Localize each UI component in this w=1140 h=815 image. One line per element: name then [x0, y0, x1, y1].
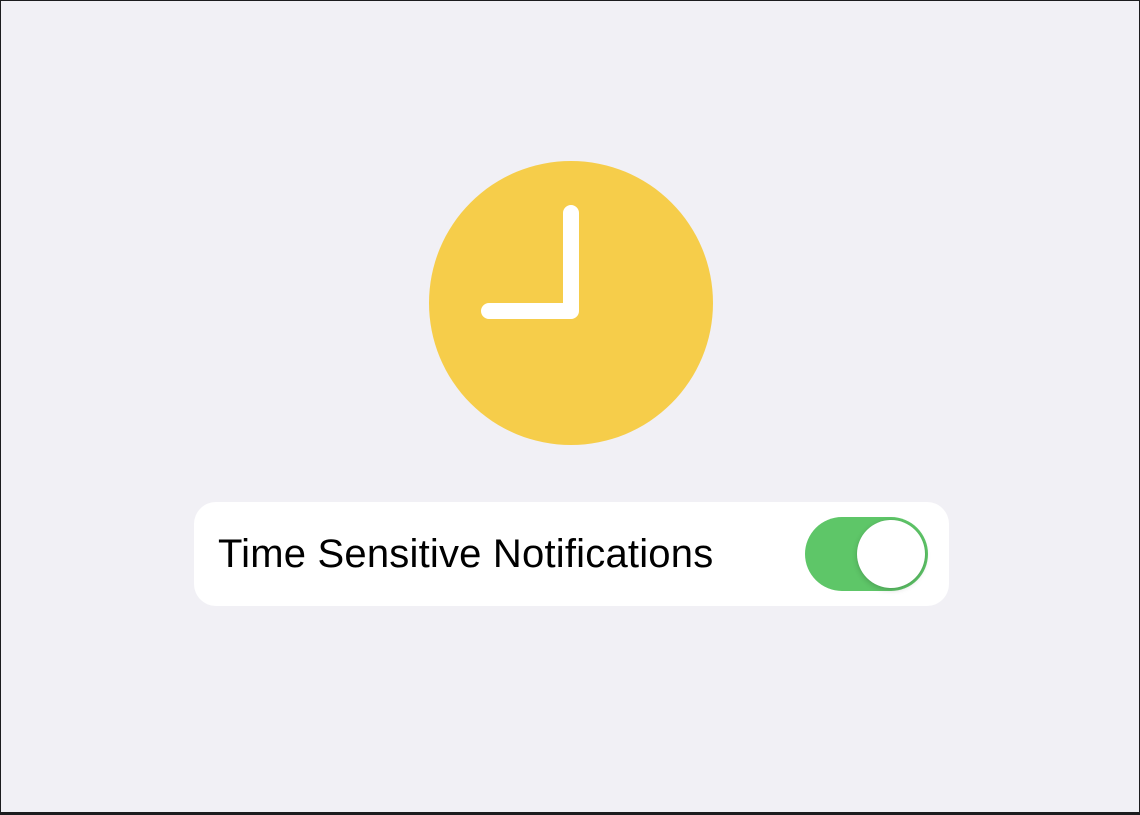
- setting-label: Time Sensitive Notifications: [218, 532, 714, 576]
- time-sensitive-toggle[interactable]: [805, 517, 928, 591]
- clock-icon: [429, 161, 713, 445]
- screen: Time Sensitive Notifications: [0, 0, 1140, 815]
- time-sensitive-notifications-row: Time Sensitive Notifications: [194, 502, 949, 606]
- toggle-knob: [857, 520, 925, 588]
